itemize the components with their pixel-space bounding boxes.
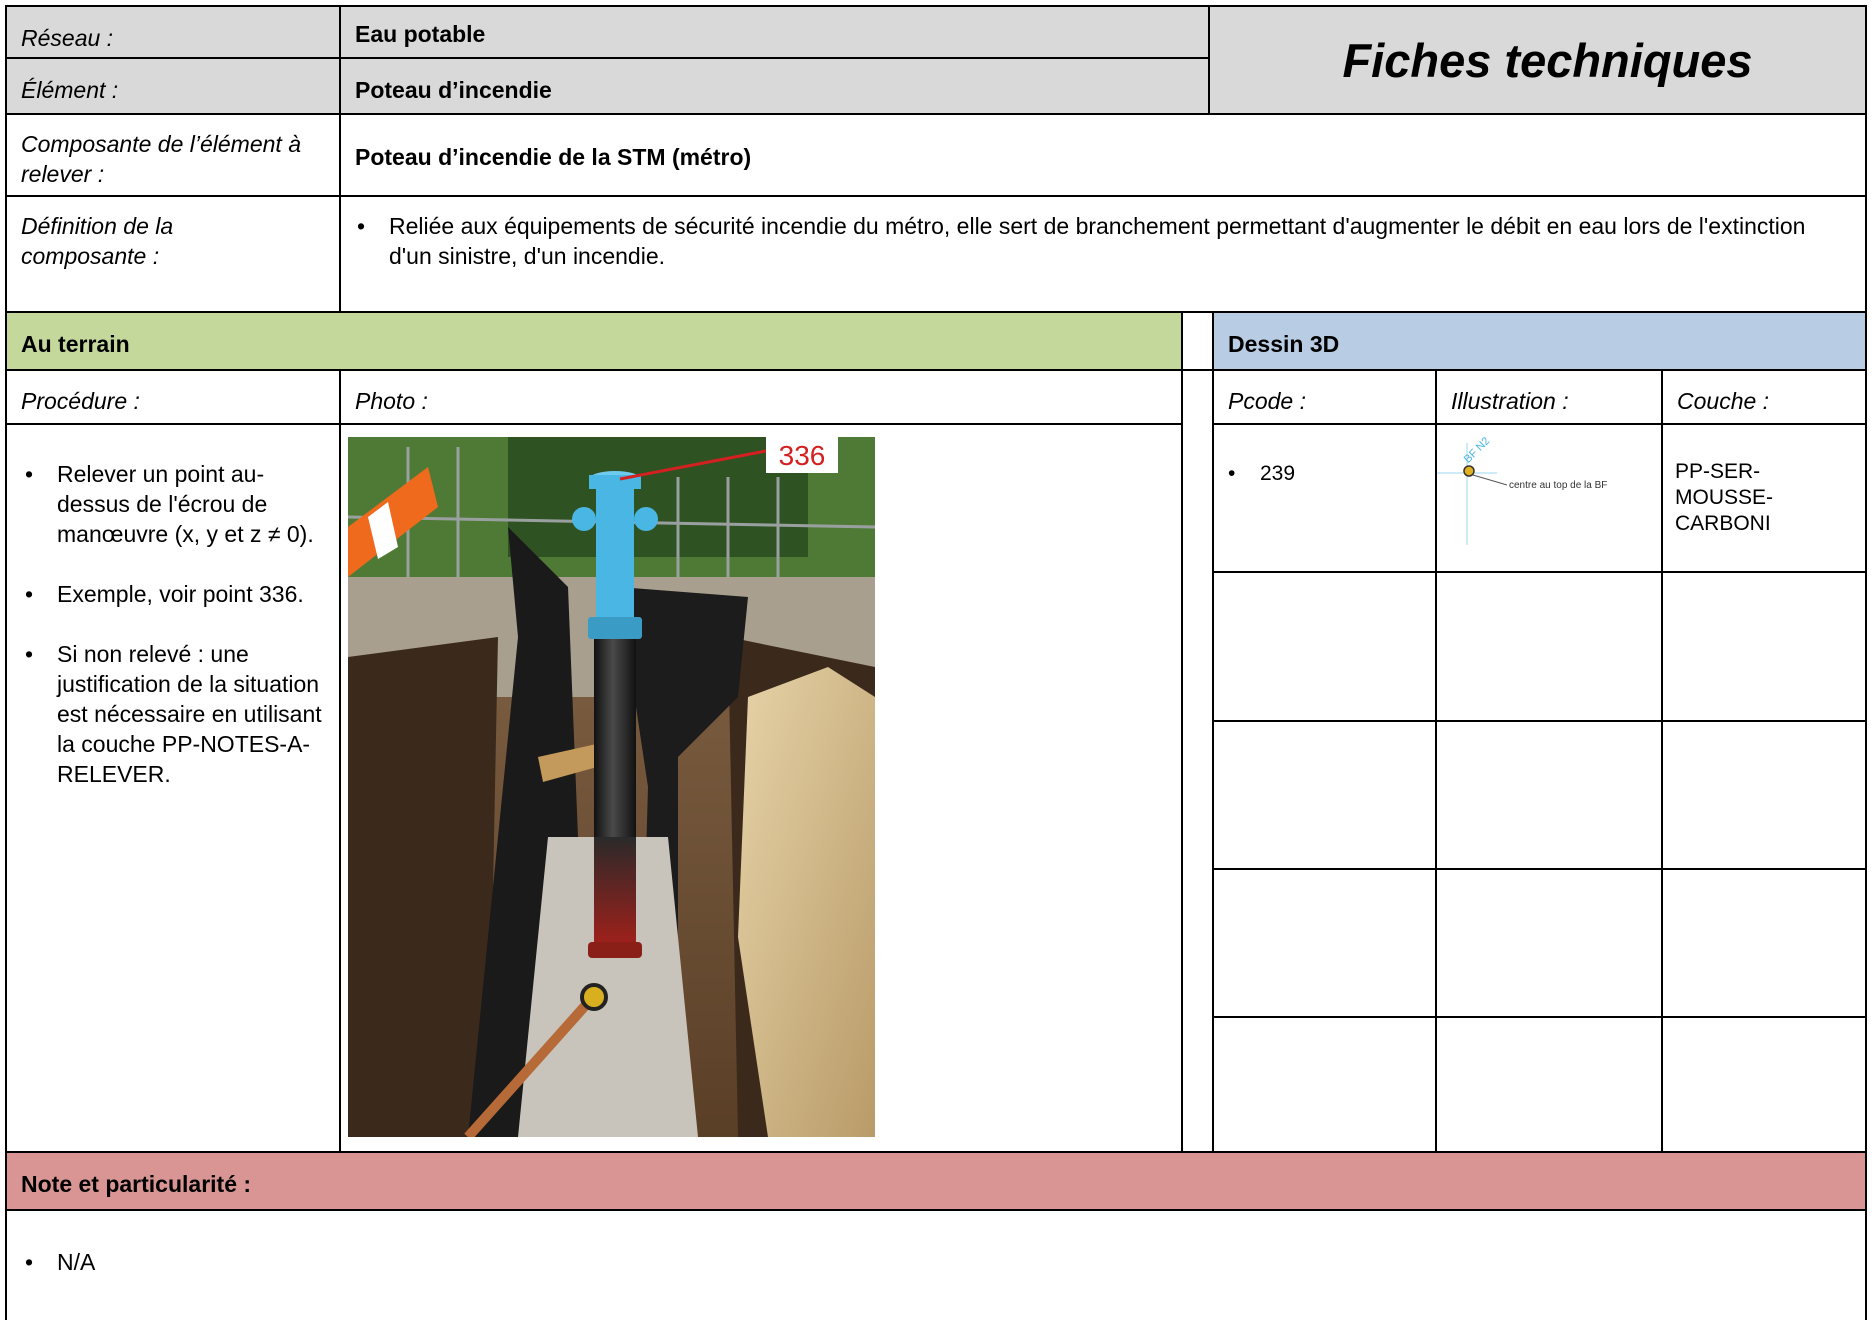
composante-value: Poteau d’incendie de la STM (métro) xyxy=(339,113,1867,197)
couche-cell-5 xyxy=(1661,1016,1867,1153)
point-label-336: 336 xyxy=(779,440,826,471)
pcode-cell-4 xyxy=(1212,868,1437,1018)
pcode-value: 239 xyxy=(1224,459,1425,489)
couche-label: Couche : xyxy=(1661,369,1867,425)
definition-item: Reliée aux équipements de sécurité incen… xyxy=(353,211,1825,271)
illustration-label: Illustration : xyxy=(1435,369,1663,425)
definition-list: Reliée aux équipements de sécurité incen… xyxy=(353,211,1825,271)
pcode-cell-5 xyxy=(1212,1016,1437,1153)
composante-value-text: Poteau d’incendie de la STM (métro) xyxy=(355,144,752,170)
page-title: Fiches techniques xyxy=(1342,33,1753,87)
element-value-text: Poteau d’incendie xyxy=(355,77,552,103)
dessin-header: Dessin 3D xyxy=(1212,311,1867,371)
separator-column xyxy=(1181,369,1214,1153)
pipe-bottom xyxy=(594,837,636,947)
definition-label: Définition de la composante : xyxy=(5,195,341,313)
illustration-point xyxy=(1463,465,1475,477)
pcode-cell-2 xyxy=(1212,571,1437,722)
illustration-cell-2 xyxy=(1435,571,1663,722)
procedure-body: Relever un point au-dessus de l'écrou de… xyxy=(5,423,341,1153)
procedure-label: Procédure : xyxy=(5,369,341,425)
procedure-item: Exemple, voir point 336. xyxy=(21,579,329,609)
illustration-symbol: BF N2 centre au top de la BF xyxy=(1437,435,1607,545)
technical-sheet: Réseau : Eau potable Élément : Poteau d’… xyxy=(0,0,1872,1320)
illustration-leader xyxy=(1472,474,1508,486)
definition-value: Reliée aux équipements de sécurité incen… xyxy=(339,195,1867,313)
couche-value: PP-SER-MOUSSE-CARBONI xyxy=(1675,460,1774,535)
couche-cell-3 xyxy=(1661,720,1867,870)
couche-cell-1: PP-SER-MOUSSE-CARBONI xyxy=(1661,423,1867,573)
note-list: N/A xyxy=(21,1247,1855,1277)
note-header: Note et particularité : xyxy=(5,1151,1867,1211)
pcode-list: 239 xyxy=(1224,459,1425,489)
photo-label-text: Photo : xyxy=(355,388,428,414)
hydrant-flange xyxy=(588,617,642,639)
illustration-caption: centre au top de la BF xyxy=(1509,480,1607,491)
procedure-list: Relever un point au-dessus de l'écrou de… xyxy=(21,459,329,789)
element-label: Élément : xyxy=(5,57,341,115)
note-heading-text: Note et particularité : xyxy=(21,1171,252,1197)
photo-label: Photo : xyxy=(339,369,1183,425)
title-box: Fiches techniques xyxy=(1208,5,1867,115)
hydrant-body xyxy=(596,479,634,637)
couche-cell-4 xyxy=(1661,868,1867,1018)
pcode-cell-1: 239 xyxy=(1212,423,1437,573)
element-label-text: Élément : xyxy=(21,77,119,103)
composante-label-text: Composante de l’élément à relever : xyxy=(21,131,301,187)
note-body: N/A xyxy=(5,1209,1867,1320)
procedure-item: Relever un point au-dessus de l'écrou de… xyxy=(21,459,329,549)
composante-label: Composante de l’élément à relever : xyxy=(5,113,341,197)
illustration-label-text: Illustration : xyxy=(1451,388,1569,414)
terrain-heading-text: Au terrain xyxy=(21,331,130,357)
reseau-value-text: Eau potable xyxy=(355,21,486,47)
reseau-label: Réseau : xyxy=(5,5,341,59)
pcode-label-text: Pcode : xyxy=(1228,388,1306,414)
photo-body: 336 xyxy=(339,423,1183,1153)
illustration-cell-5 xyxy=(1435,1016,1663,1153)
definition-label-text: Définition de la composante : xyxy=(21,213,174,269)
pcode-label: Pcode : xyxy=(1212,369,1437,425)
dessin-heading-text: Dessin 3D xyxy=(1228,331,1340,357)
hydrant-photo: 336 xyxy=(348,437,875,1137)
illustration-tag: BF N2 xyxy=(1462,435,1493,466)
illustration-cell-3 xyxy=(1435,720,1663,870)
procedure-label-text: Procédure : xyxy=(21,388,140,414)
note-item: N/A xyxy=(21,1247,1855,1277)
hydrant-nozzle-left xyxy=(572,507,596,531)
couche-label-text: Couche : xyxy=(1677,388,1770,414)
burlap xyxy=(738,667,875,1137)
procedure-item: Si non relevé : une justification de la … xyxy=(21,639,329,789)
reseau-value: Eau potable xyxy=(339,5,1210,59)
terrain-header: Au terrain xyxy=(5,311,1183,371)
hydrant-nozzle-right xyxy=(634,507,658,531)
illustration-cell-1: BF N2 centre au top de la BF xyxy=(1435,423,1663,573)
element-value: Poteau d’incendie xyxy=(339,57,1210,115)
valve-cap xyxy=(580,983,608,1011)
reseau-label-text: Réseau : xyxy=(21,25,114,51)
greenery-dark xyxy=(508,437,808,557)
illustration-cell-4 xyxy=(1435,868,1663,1018)
pipe-flange-bottom xyxy=(588,942,642,958)
pcode-cell-3 xyxy=(1212,720,1437,870)
couche-cell-2 xyxy=(1661,571,1867,722)
